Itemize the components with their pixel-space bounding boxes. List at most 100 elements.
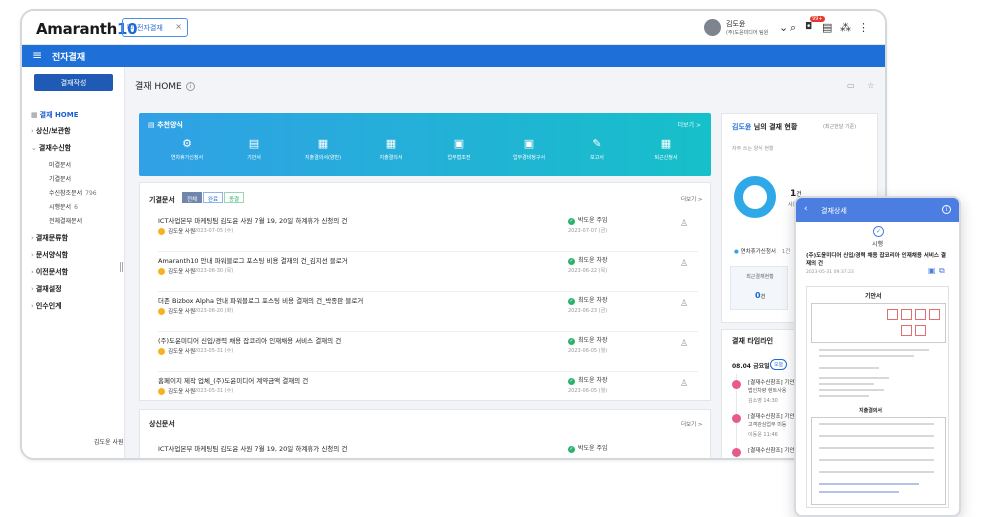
sheet-subtitle: 지출결의서 — [859, 408, 883, 414]
check-icon: ✓ — [568, 258, 575, 265]
mobile-header: ‹ 결재상세 i — [796, 198, 959, 222]
chevron-right-icon: › — [31, 268, 34, 276]
submitted-more-link[interactable]: 더보기 > — [681, 420, 703, 428]
recent-status-card[interactable]: 최근결재현황 0건 — [730, 266, 788, 310]
back-icon[interactable]: ‹ — [804, 204, 808, 214]
document-preview: 기안서 지출결의서 — [806, 286, 949, 508]
check-icon: ✓ — [568, 338, 575, 345]
submitted-docs-title: 상신문서 — [149, 420, 175, 428]
user-icon: ♙ — [680, 379, 689, 389]
chevron-right-icon: › — [31, 234, 34, 242]
recent-status-value: 0건 — [755, 291, 766, 300]
filter-tab-done[interactable]: 완료 — [203, 192, 224, 203]
app-window: Amaranth10 ☑ 전자결재 × 김도윤 (주)도윤미디어 팀원 ⌄ ⌕ … — [20, 9, 887, 460]
approval-status-title: 김도윤 님의 결재 현황 — [732, 123, 798, 131]
form-shortcut-expense[interactable]: ▦ 지출결의서 — [361, 137, 421, 161]
sidebar-item-settings[interactable]: › 결재설정 — [31, 284, 62, 294]
menu-icon[interactable]: ≡ — [32, 49, 42, 62]
info-icon[interactable]: i — [185, 82, 195, 91]
stamp-icon — [901, 309, 912, 320]
approval-icon: ☑ — [127, 23, 134, 31]
chevron-down-icon: ⌄ — [31, 144, 37, 152]
legend-item: ● 연차휴가신청서 1건 — [734, 249, 791, 255]
user-icon: ♙ — [680, 299, 689, 309]
document-icon[interactable]: ▤ — [822, 22, 832, 33]
page-title: 결재 HOME i — [135, 79, 195, 92]
module-bar: ≡ 전자결재 — [22, 45, 885, 67]
filter-tab-all[interactable]: 전체 — [182, 192, 203, 203]
sidebar-subitem-cc[interactable]: 수신참조문서 796 — [49, 188, 97, 197]
sidebar-item-forms[interactable]: › 문서양식함 — [31, 250, 68, 260]
form-icon: ▣ — [453, 137, 465, 150]
sidebar-subitem-enforced[interactable]: 시행문서 6 — [49, 202, 78, 211]
form-shortcut-leave-work[interactable]: ▦ 퇴근신청서 — [636, 137, 696, 161]
sidebar-item-inbox[interactable]: ⌄ 결재수신함 — [31, 143, 71, 153]
check-icon: ✓ — [568, 446, 575, 453]
recommended-title: ▤ 추천양식 — [148, 121, 183, 129]
form-shortcut-report[interactable]: ✎ 보고서 — [567, 137, 627, 161]
close-icon[interactable]: × — [175, 22, 182, 31]
form-icon: ▦ — [385, 137, 397, 150]
main-content: 결재 HOME i ▭ ☆ ▤ 추천양식 더보기 > ⚙ 연차휴가신청서 ▤ 기안서 … — [125, 67, 885, 458]
chevron-down-icon[interactable]: ⌄ — [779, 22, 788, 33]
form-icon: ▣ — [523, 137, 535, 150]
sidebar-item-category[interactable]: › 결재문류함 — [31, 233, 68, 243]
avatar — [704, 19, 721, 36]
search-icon[interactable]: ⌕ — [790, 22, 796, 33]
completed-more-link[interactable]: 더보기 > — [681, 195, 703, 203]
mobile-preview: ‹ 결재상세 i ✓ 시행 (주)도윤미디어 신입/경력 채용 잡코리아 인재채… — [794, 196, 961, 517]
sidebar-resize-handle[interactable] — [120, 262, 123, 272]
check-circle-icon: ✓ — [873, 226, 884, 237]
submitted-docs-card: 상신문서 더보기 > ICT사업본부 마케팅팀 김도윤 사원 7월 19, 20… — [139, 409, 711, 458]
timeline-date: 08.04 금요일 — [732, 363, 770, 370]
module-title: 전자결재 — [52, 53, 86, 63]
form-shortcut-expense-a[interactable]: ▦ 지출결의서(양반) — [293, 137, 353, 161]
mobile-doc-meta: 2023-05-31 09:37:23 — [806, 270, 854, 275]
timeline-title: 결재 타임라인 — [732, 337, 774, 345]
user-profile[interactable]: 김도윤 (주)도윤미디어 팀원 — [704, 17, 776, 39]
page-tools[interactable]: ▭ ☆ — [847, 81, 879, 90]
open-app-tab[interactable]: ☑ 전자결재 × — [122, 18, 188, 37]
sidebar-item-handover[interactable]: › 인수인계 — [31, 301, 62, 311]
user-icon: ♙ — [680, 219, 689, 229]
mobile-doc-title: (주)도윤미디어 신입/경력 채용 잡코리아 인재채용 서비스 결재의 건 — [806, 253, 946, 267]
form-shortcut-cost-claim[interactable]: ▣ 업무경비청구서 — [499, 137, 559, 161]
org-chart-icon[interactable]: ⁂ — [840, 22, 851, 33]
table-row[interactable]: ICT사업본부 마케팅팀 김도윤 사원 7월 19, 20일 하계휴가 신청의 … — [158, 212, 698, 252]
sheet-title: 기안서 — [865, 293, 882, 300]
sidebar-subitem-all[interactable]: 전체결재문서 — [49, 216, 82, 225]
form-shortcut-draft[interactable]: ▤ 기안서 — [224, 137, 284, 161]
completed-docs-title: 기결문서 — [149, 196, 175, 204]
stamp-icon — [915, 309, 926, 320]
chevron-right-icon: › — [31, 127, 34, 135]
attachment-icon[interactable]: ▣ — [928, 266, 936, 275]
approval-icon — [732, 380, 741, 389]
bell-icon[interactable]: ◘ — [805, 22, 812, 33]
stamp-icon — [915, 325, 926, 336]
table-row[interactable]: (주)도윤미디어 신입/경력 채용 잡코리아 인재채용 서비스 결재의 건 김도윤… — [158, 332, 698, 372]
form-shortcut-cooperation[interactable]: ▣ 업무협조전 — [429, 137, 489, 161]
table-row[interactable]: Amaranth10 안내 파워블로그 포스팅 비용 결재의 건_김지선 블로거… — [158, 252, 698, 292]
filter-tab-closed[interactable]: 종결 — [224, 192, 245, 203]
write-approval-button[interactable]: 결재작성 — [34, 74, 113, 91]
table-row[interactable]: 홈페이지 제작 업체_(주)도윤미디어 계약금액 결재의 건 김도윤 사원 2023… — [158, 372, 698, 412]
user-org: (주)도윤미디어 팀원 — [726, 30, 769, 36]
check-icon: ✓ — [568, 378, 575, 385]
sidebar-item-submitted[interactable]: › 상신/보관함 — [31, 126, 71, 136]
sidebar-item-home[interactable]: ▦ 결재 HOME — [31, 110, 79, 120]
table-row[interactable]: ICT사업본부 마케팅팀 김도윤 사원 7월 19, 20일 하계휴가 신청의 … — [158, 440, 698, 458]
more-vertical-icon[interactable]: ⋮ — [858, 22, 869, 33]
recommended-more-link[interactable]: 더보기 > — [678, 120, 702, 129]
form-shortcut-leave[interactable]: ⚙ 연차휴가신청서 — [157, 137, 217, 161]
approval-status-subtitle: 자주 쓰는 양식 현황 — [732, 146, 774, 152]
info-icon[interactable]: i — [942, 205, 951, 214]
mobile-header-title: 결재상세 — [821, 207, 847, 215]
approval-status-period: (최근한달 기준) — [823, 124, 857, 130]
sidebar-subitem-pending[interactable]: 미결문서 — [49, 160, 71, 169]
top-bar: Amaranth10 ☑ 전자결재 × 김도윤 (주)도윤미디어 팀원 ⌄ ⌕ … — [22, 11, 885, 45]
sidebar-item-previous[interactable]: › 이전문서함 — [31, 267, 68, 277]
table-row[interactable]: 더존 Bizbox Alpha 안내 파워블로그 포스팅 비용 결재의 건_박종… — [158, 292, 698, 332]
sidebar-subitem-completed[interactable]: 기결문서 — [49, 174, 71, 183]
chevron-right-icon: › — [31, 302, 34, 310]
share-icon[interactable]: ⧉ — [939, 266, 945, 276]
